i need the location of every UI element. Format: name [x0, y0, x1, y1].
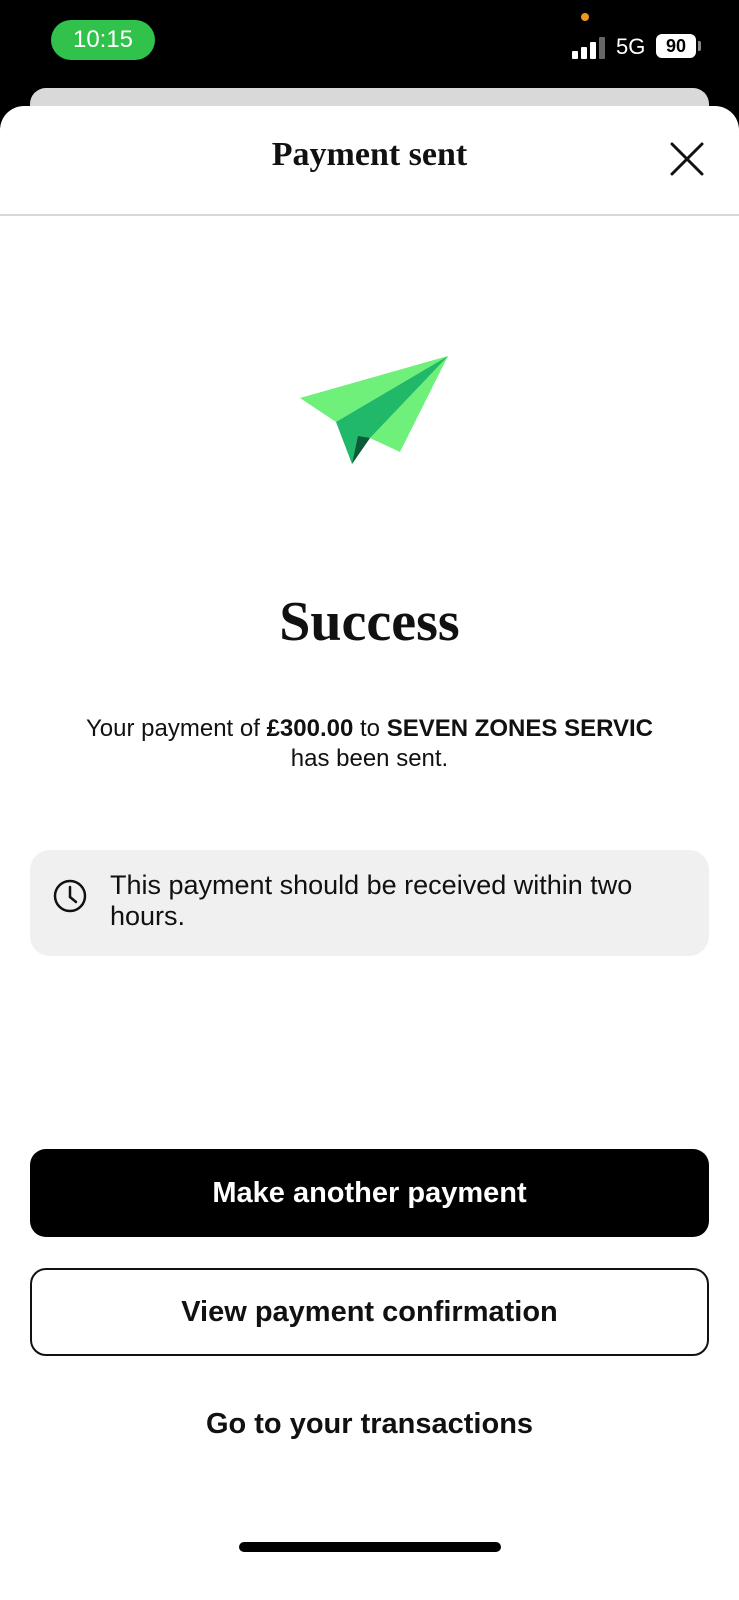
battery-icon: 90: [656, 34, 696, 58]
payee-name: SEVEN ZONES SERVIC: [386, 715, 653, 742]
info-text: This payment should be received within t…: [110, 870, 633, 931]
info-notice: This payment should be received within t…: [30, 850, 709, 956]
success-heading: Success: [279, 591, 460, 653]
close-button[interactable]: [664, 136, 710, 182]
network-type: 5G: [616, 34, 646, 59]
message-middle: to: [353, 715, 387, 742]
home-indicator[interactable]: [239, 1542, 501, 1552]
message-prefix: Your payment of: [86, 715, 267, 742]
view-payment-confirmation-button[interactable]: View payment confirmation: [30, 1268, 709, 1356]
payment-sent-sheet: Payment sent Success Your payment of £30…: [0, 106, 739, 1600]
clock-icon: [53, 879, 87, 913]
privacy-indicator-dot: [581, 13, 589, 21]
status-bar: 10:15 5G 90: [0, 0, 739, 90]
make-another-payment-button[interactable]: Make another payment: [30, 1149, 709, 1237]
go-to-transactions-link[interactable]: Go to your transactions: [0, 1408, 739, 1441]
payment-amount: £300.00: [266, 715, 354, 742]
status-time: 10:15: [51, 20, 155, 60]
payment-message: Your payment of £300.00 to SEVEN ZONES S…: [30, 714, 709, 774]
close-icon: [670, 142, 704, 176]
signal-icon: [572, 37, 605, 59]
message-suffix: has been sent.: [290, 745, 449, 772]
battery-level: 90: [665, 35, 687, 56]
sheet-header: Payment sent: [0, 106, 739, 216]
paper-plane-icon: [300, 356, 448, 464]
page-title: Payment sent: [271, 136, 468, 173]
battery-nub: [698, 41, 701, 51]
